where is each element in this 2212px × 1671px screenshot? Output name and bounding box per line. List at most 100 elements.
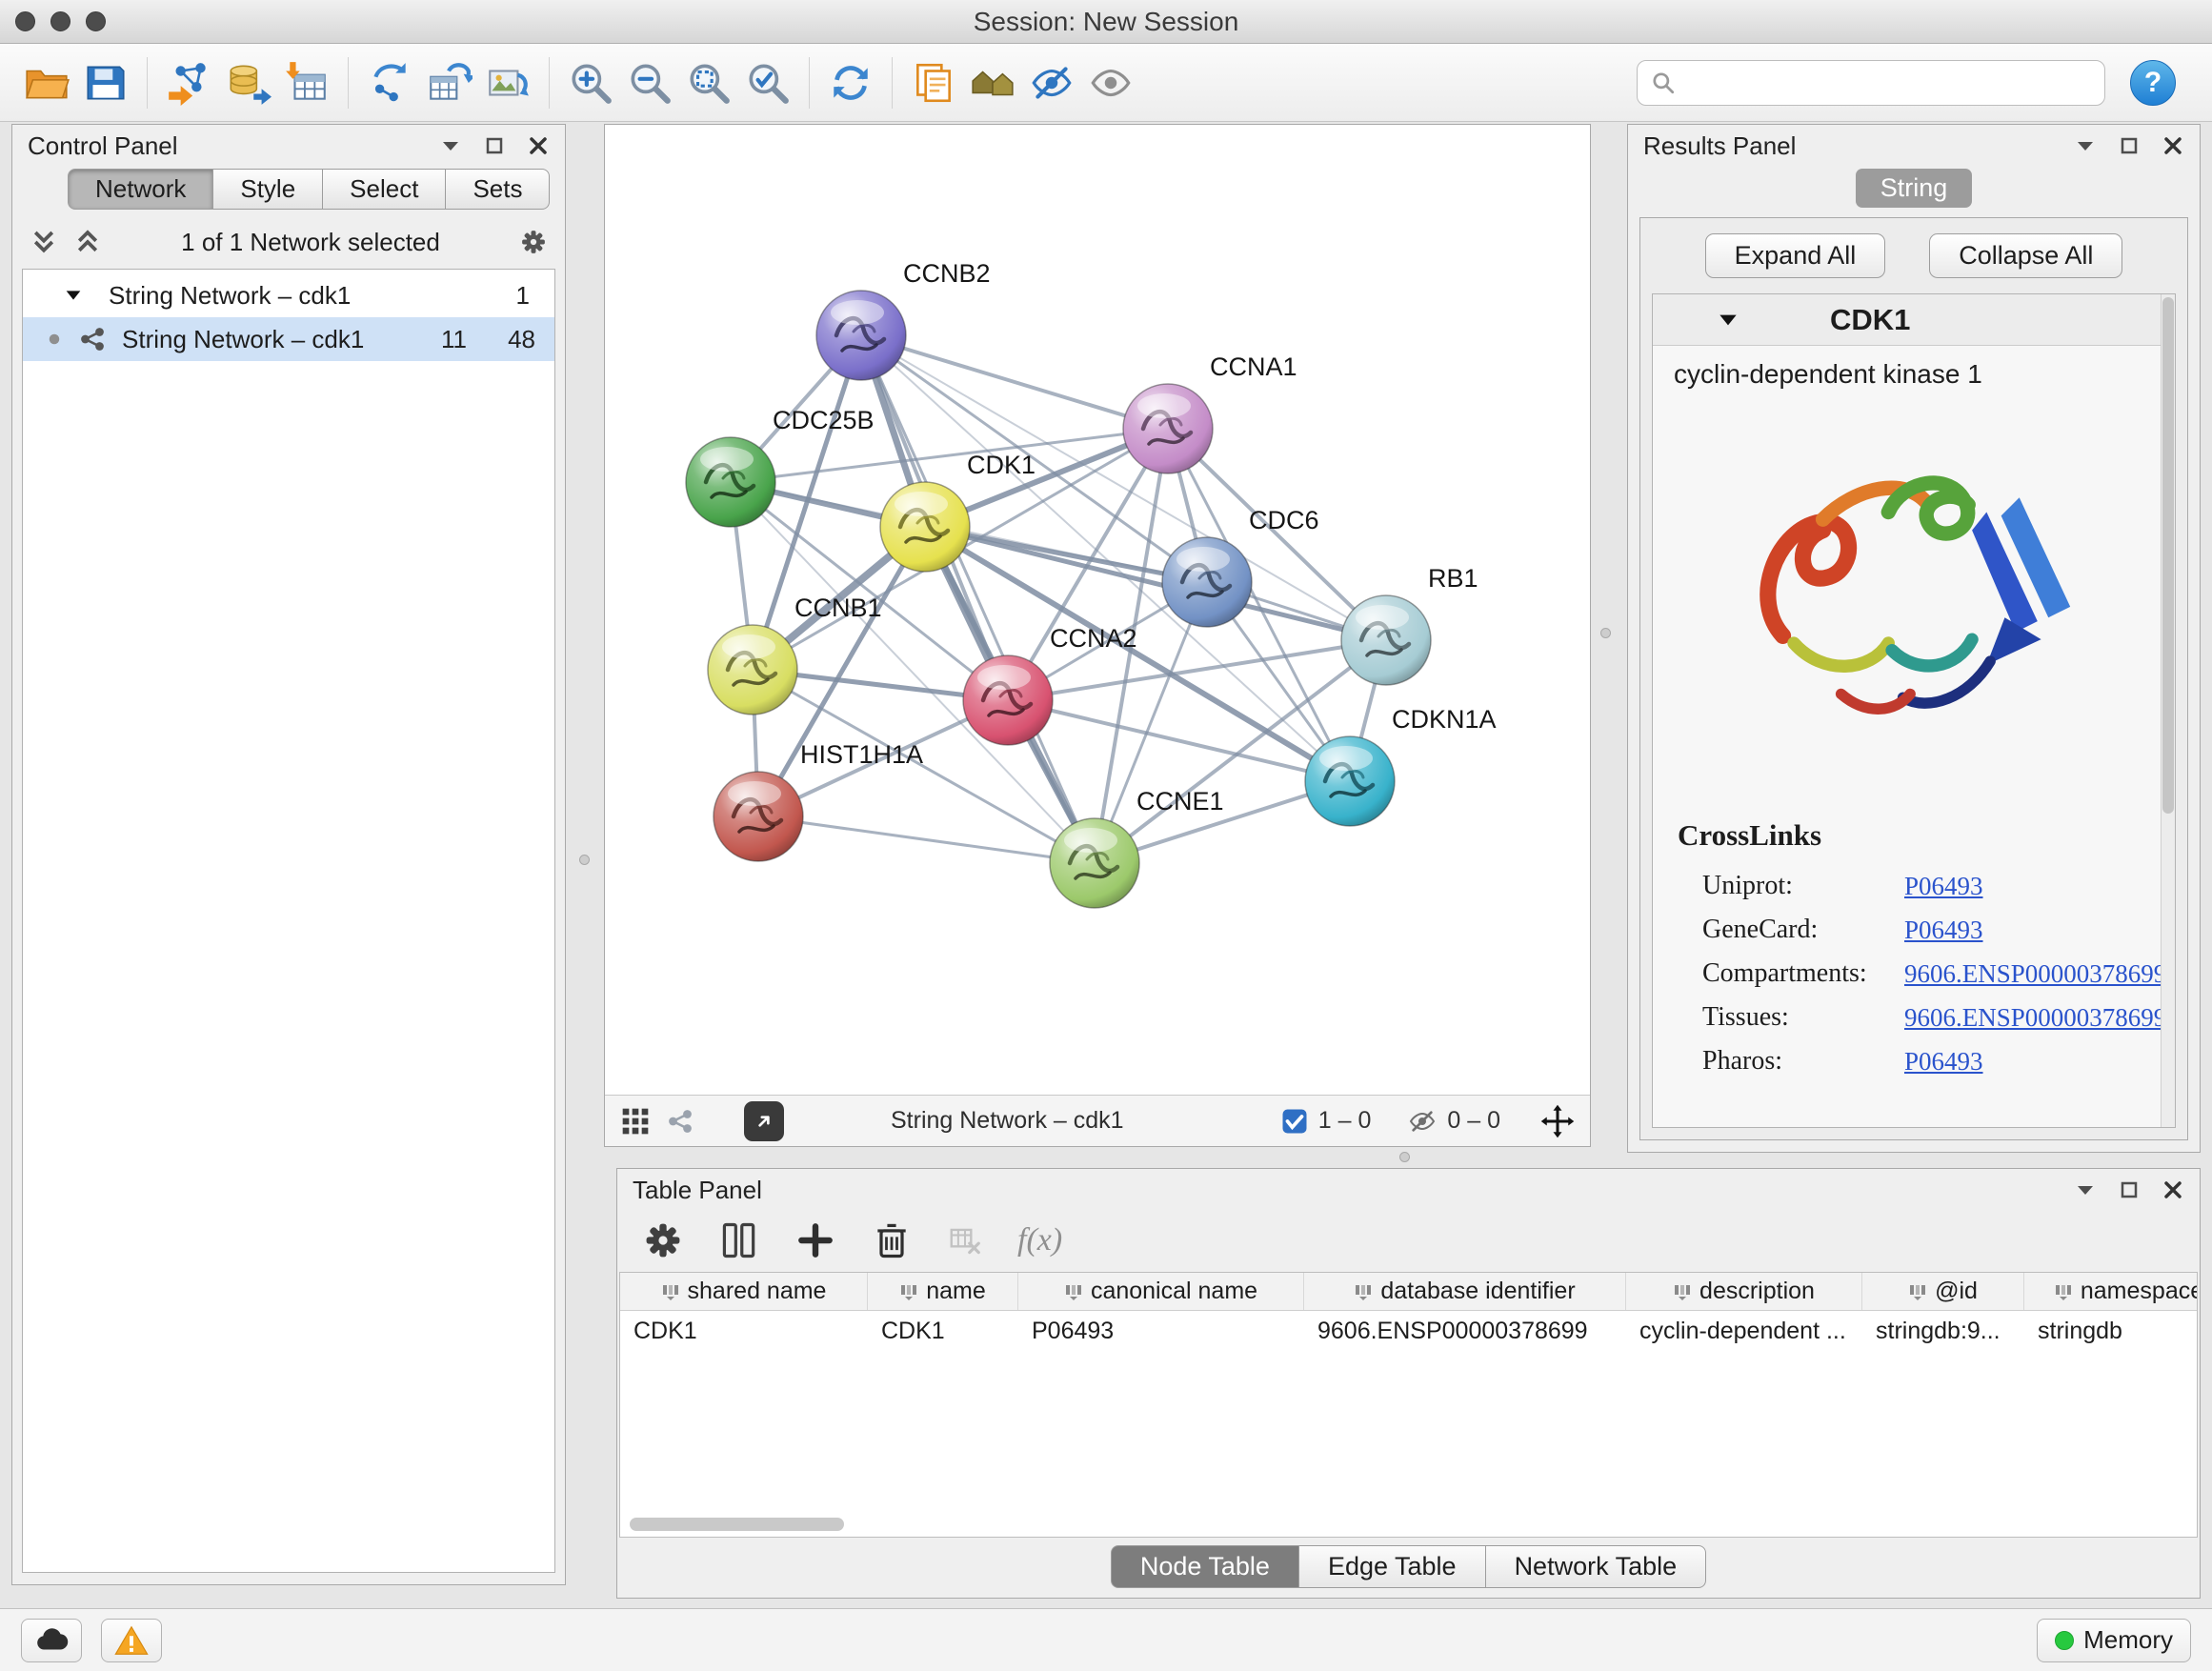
network-row[interactable]: String Network – cdk1 11 48 (23, 317, 554, 361)
network-node-RB1[interactable] (1341, 595, 1431, 685)
left-splitter-handle[interactable] (579, 855, 590, 865)
table-horizontal-scrollbar[interactable] (630, 1518, 844, 1531)
crosslink-link-compartments[interactable]: 9606.ENSP00000378699 (1904, 959, 2166, 989)
toolbar-separator (549, 57, 550, 109)
traffic-light-minimize[interactable] (50, 11, 70, 31)
bottom-splitter-handle[interactable] (1399, 1152, 1410, 1162)
panel-close-icon[interactable] (527, 134, 550, 157)
network-node-CDKN1A[interactable] (1305, 736, 1395, 826)
results-scrollbar-thumb[interactable] (2162, 297, 2174, 814)
results-scrollbar[interactable] (2161, 294, 2175, 1127)
tab-network[interactable]: Network (68, 169, 213, 210)
delete-column-trash-icon[interactable] (871, 1219, 913, 1261)
tab-node-table[interactable]: Node Table (1111, 1545, 1299, 1588)
panel-close-icon[interactable] (2162, 1178, 2184, 1201)
network-node-CCNA2[interactable] (963, 655, 1053, 745)
table-body: CDK1CDK1P064939606.ENSP00000378699cyclin… (620, 1311, 2197, 1351)
panel-menu-icon[interactable] (2074, 1178, 2097, 1201)
memory-button[interactable]: Memory (2037, 1619, 2191, 1662)
network-node-CCNB2[interactable] (816, 291, 906, 380)
table-header-row: shared namenamecanonical namedatabase id… (620, 1273, 2197, 1311)
network-node-CDK1[interactable] (880, 482, 970, 572)
collapse-all-button[interactable]: Collapse All (1929, 233, 2122, 278)
import-network-database-button[interactable] (218, 51, 277, 114)
save-session-button[interactable] (76, 51, 135, 114)
right-splitter-handle[interactable] (1600, 628, 1611, 638)
column-header-shared-name[interactable]: shared name (620, 1273, 868, 1310)
export-network-button[interactable] (360, 51, 419, 114)
expand-all-icon[interactable] (73, 228, 102, 256)
hidden-eye-slash-icon[interactable] (1407, 1106, 1438, 1137)
zoom-fit-button[interactable] (679, 51, 738, 114)
column-header-database-identifier[interactable]: database identifier (1304, 1273, 1626, 1310)
crosslink-link-tissues[interactable]: 9606.ENSP00000378699 (1904, 1003, 2166, 1033)
network-node-CCNB1[interactable] (708, 625, 797, 715)
search-input[interactable] (1685, 68, 2091, 97)
panel-float-icon[interactable] (483, 134, 506, 157)
apply-layout-button[interactable] (821, 51, 880, 114)
duplicate-view-button[interactable] (904, 51, 963, 114)
import-table-button[interactable] (277, 51, 336, 114)
caret-down-icon[interactable] (1716, 308, 1740, 332)
tab-edge-table[interactable]: Edge Table (1298, 1545, 1486, 1588)
panel-float-icon[interactable] (2118, 134, 2141, 157)
import-network-file-button[interactable] (159, 51, 218, 114)
search-box[interactable] (1637, 60, 2105, 106)
column-header-namespace[interactable]: namespace (2024, 1273, 2198, 1310)
zoom-in-button[interactable] (561, 51, 620, 114)
tab-select[interactable]: Select (322, 169, 446, 210)
network-canvas[interactable]: CCNB2CCNA1CDC25BCDK1CDC6RB1CCNB1CCNA2CDK… (605, 125, 1590, 1095)
network-collection-row[interactable]: String Network – cdk1 1 (23, 273, 554, 317)
entry-header[interactable]: CDK1 (1653, 294, 2175, 346)
show-graphics-button[interactable] (1081, 51, 1140, 114)
table-row[interactable]: CDK1CDK1P064939606.ENSP00000378699cyclin… (620, 1311, 2197, 1351)
network-node-CCNE1[interactable] (1050, 818, 1139, 908)
panel-close-icon[interactable] (2162, 134, 2184, 157)
help-button[interactable]: ? (2130, 60, 2176, 106)
column-header-canonical-name[interactable]: canonical name (1018, 1273, 1304, 1310)
network-node-HIST1H1A[interactable] (714, 772, 803, 861)
column-header--id[interactable]: @id (1862, 1273, 2024, 1310)
export-table-button[interactable] (419, 51, 478, 114)
zoom-selected-button[interactable] (738, 51, 797, 114)
column-header-name[interactable]: name (868, 1273, 1018, 1310)
tab-string[interactable]: String (1856, 169, 1973, 208)
export-image-button[interactable] (478, 51, 537, 114)
selected-checkbox-icon[interactable] (1280, 1107, 1309, 1136)
traffic-light-close[interactable] (15, 11, 35, 31)
tab-sets[interactable]: Sets (445, 169, 550, 210)
hide-graphics-button[interactable] (1022, 51, 1081, 114)
share-icon[interactable] (666, 1107, 694, 1136)
birdseye-view-button[interactable] (963, 51, 1022, 114)
collapse-all-icon[interactable] (30, 228, 58, 256)
network-canvas-area[interactable]: CCNB2CCNA1CDC25BCDK1CDC6RB1CCNB1CCNA2CDK… (605, 125, 1590, 1095)
tab-network-table[interactable]: Network Table (1485, 1545, 1707, 1588)
network-node-CDC6[interactable] (1162, 537, 1252, 627)
column-header-description[interactable]: description (1626, 1273, 1862, 1310)
open-session-button[interactable] (17, 51, 76, 114)
grid-icon[interactable] (620, 1106, 651, 1137)
panel-menu-icon[interactable] (2074, 134, 2097, 157)
panel-float-icon[interactable] (2118, 1178, 2141, 1201)
add-column-plus-icon[interactable] (794, 1219, 836, 1261)
network-node-CDC25B[interactable] (686, 437, 775, 527)
network-node-CCNA1[interactable] (1123, 384, 1213, 473)
crosslink-link-pharos[interactable]: P06493 (1904, 1047, 1983, 1077)
gear-icon[interactable] (519, 228, 548, 256)
function-builder-button[interactable]: f(x) (1017, 1222, 1062, 1258)
panel-menu-icon[interactable] (439, 134, 462, 157)
warning-button[interactable] (101, 1619, 162, 1662)
network-edge-CCNB2-CCNA1 (861, 335, 1168, 429)
show-columns-icon[interactable] (718, 1219, 760, 1261)
expand-all-button[interactable]: Expand All (1705, 233, 1886, 278)
traffic-light-zoom[interactable] (86, 11, 106, 31)
detach-view-button[interactable] (744, 1101, 784, 1141)
crosslink-link-uniprot[interactable]: P06493 (1904, 872, 1983, 901)
caret-down-icon[interactable] (63, 285, 84, 306)
cloud-button[interactable] (21, 1619, 82, 1662)
tab-style[interactable]: Style (212, 169, 323, 210)
crosslink-link-genecard[interactable]: P06493 (1904, 916, 1983, 945)
pan-move-icon[interactable] (1540, 1104, 1575, 1138)
table-settings-gear-icon[interactable] (642, 1219, 684, 1261)
zoom-out-button[interactable] (620, 51, 679, 114)
